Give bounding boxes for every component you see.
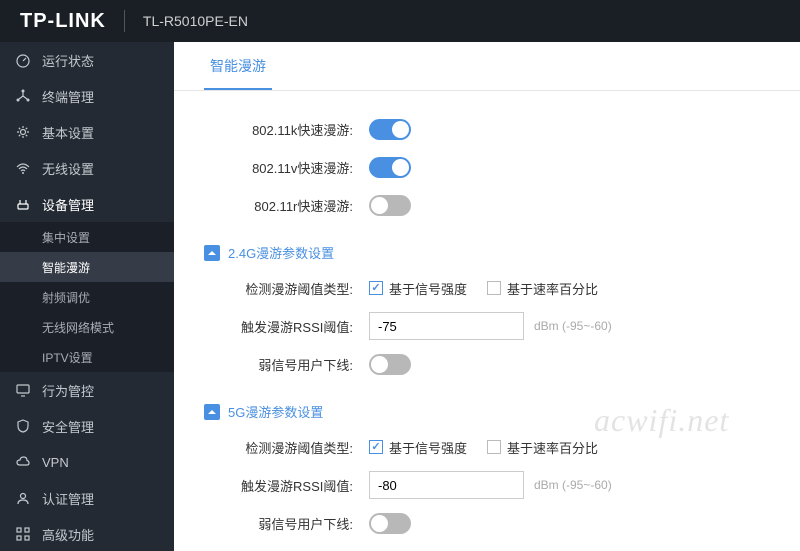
sidebar-item-label: 终端管理 [42, 87, 94, 106]
label-11k: 802.11k快速漫游: [204, 120, 369, 139]
logo-divider [124, 10, 125, 32]
collapse-icon [204, 245, 220, 261]
tab-bar: 智能漫游 [174, 42, 800, 91]
row-11r: 802.11r快速漫游: [204, 189, 770, 221]
sidebar-item-security[interactable]: 安全管理 [0, 408, 174, 444]
row-24g-rssi: 触发漫游RSSI阈值: dBm (-95~-60) [204, 310, 770, 342]
collapse-icon [204, 404, 220, 420]
label-24g-threshold: 检测漫游阈值类型: [204, 279, 369, 298]
tab-smart-roaming[interactable]: 智能漫游 [204, 42, 272, 90]
row-11v: 802.11v快速漫游: [204, 151, 770, 183]
section-24g[interactable]: 2.4G漫游参数设置 [204, 227, 770, 272]
gear-icon [14, 123, 32, 141]
wifi-icon [14, 159, 32, 177]
section-5g-title: 5G漫游参数设置 [228, 402, 323, 421]
label-24g-rssi: 触发漫游RSSI阈值: [204, 317, 369, 336]
roaming-form: 802.11k快速漫游: 802.11v快速漫游: 802.11r快速漫游: 2… [174, 91, 800, 551]
unit-5g-rssi: dBm (-95~-60) [534, 478, 612, 492]
sidebar-item-label: 安全管理 [42, 417, 94, 436]
sidebar-item-terminal[interactable]: 终端管理 [0, 78, 174, 114]
sidebar-item-label: 高级功能 [42, 525, 94, 544]
app-header: TP-LINK TL-R5010PE-EN [0, 0, 800, 42]
sidebar-item-wireless[interactable]: 无线设置 [0, 150, 174, 186]
monitor-icon [14, 381, 32, 399]
label-5g-weak: 弱信号用户下线: [204, 514, 369, 533]
sub-item-centralized[interactable]: 集中设置 [0, 222, 174, 252]
sidebar-item-advanced[interactable]: 高级功能 [0, 516, 174, 551]
input-24g-rssi[interactable] [369, 312, 524, 340]
sidebar-item-auth[interactable]: 认证管理 [0, 480, 174, 516]
sidebar-item-label: VPN [42, 455, 69, 470]
cloud-icon [14, 453, 32, 471]
switch-24g-weak[interactable] [369, 354, 411, 375]
unit-24g-rssi: dBm (-95~-60) [534, 319, 612, 333]
sub-item-iptv[interactable]: IPTV设置 [0, 342, 174, 372]
brand-logo: TP-LINK [20, 10, 106, 33]
section-24g-title: 2.4G漫游参数设置 [228, 243, 334, 262]
dashboard-icon [14, 51, 32, 69]
device-icon [14, 195, 32, 213]
label-11v: 802.11v快速漫游: [204, 158, 369, 177]
section-5g[interactable]: 5G漫游参数设置 [204, 386, 770, 431]
row-5g-threshold: 检测漫游阈值类型: 基于信号强度 基于速率百分比 [204, 431, 770, 463]
label-11r: 802.11r快速漫游: [204, 196, 369, 215]
network-icon [14, 87, 32, 105]
sidebar-item-label: 运行状态 [42, 51, 94, 70]
device-model: TL-R5010PE-EN [143, 13, 248, 29]
chk-24g-signal[interactable]: 基于信号强度 [369, 279, 467, 298]
label-24g-weak: 弱信号用户下线: [204, 355, 369, 374]
input-5g-rssi[interactable] [369, 471, 524, 499]
label-5g-threshold: 检测漫游阈值类型: [204, 438, 369, 457]
switch-11v[interactable] [369, 157, 411, 178]
shield-icon [14, 417, 32, 435]
sub-item-rf[interactable]: 射频调优 [0, 282, 174, 312]
user-icon [14, 489, 32, 507]
sidebar-item-device[interactable]: 设备管理 [0, 186, 174, 222]
chk-5g-rate[interactable]: 基于速率百分比 [487, 438, 598, 457]
sidebar-item-label: 行为管控 [42, 381, 94, 400]
switch-5g-weak[interactable] [369, 513, 411, 534]
sidebar-item-vpn[interactable]: VPN [0, 444, 174, 480]
chk-5g-signal[interactable]: 基于信号强度 [369, 438, 467, 457]
row-5g-rssi: 触发漫游RSSI阈值: dBm (-95~-60) [204, 469, 770, 501]
sub-item-wlan-mode[interactable]: 无线网络模式 [0, 312, 174, 342]
sidebar-item-label: 无线设置 [42, 159, 94, 178]
row-24g-weak: 弱信号用户下线: [204, 348, 770, 380]
sidebar-item-behavior[interactable]: 行为管控 [0, 372, 174, 408]
sub-item-roaming[interactable]: 智能漫游 [0, 252, 174, 282]
row-24g-threshold: 检测漫游阈值类型: 基于信号强度 基于速率百分比 [204, 272, 770, 304]
sidebar-item-status[interactable]: 运行状态 [0, 42, 174, 78]
row-5g-weak: 弱信号用户下线: [204, 507, 770, 539]
sidebar-item-label: 基本设置 [42, 123, 94, 142]
switch-11k[interactable] [369, 119, 411, 140]
sidebar-item-basic[interactable]: 基本设置 [0, 114, 174, 150]
chk-24g-rate[interactable]: 基于速率百分比 [487, 279, 598, 298]
grid-icon [14, 525, 32, 543]
switch-11r[interactable] [369, 195, 411, 216]
main-content: 智能漫游 802.11k快速漫游: 802.11v快速漫游: 802.11r快速… [174, 42, 800, 551]
sidebar-item-label: 认证管理 [42, 489, 94, 508]
sidebar-item-label: 设备管理 [42, 195, 94, 214]
sidebar: 运行状态 终端管理 基本设置 无线设置 设备管理 集中设置 智能漫游 射频调优 … [0, 42, 174, 551]
label-5g-rssi: 触发漫游RSSI阈值: [204, 476, 369, 495]
row-11k: 802.11k快速漫游: [204, 113, 770, 145]
